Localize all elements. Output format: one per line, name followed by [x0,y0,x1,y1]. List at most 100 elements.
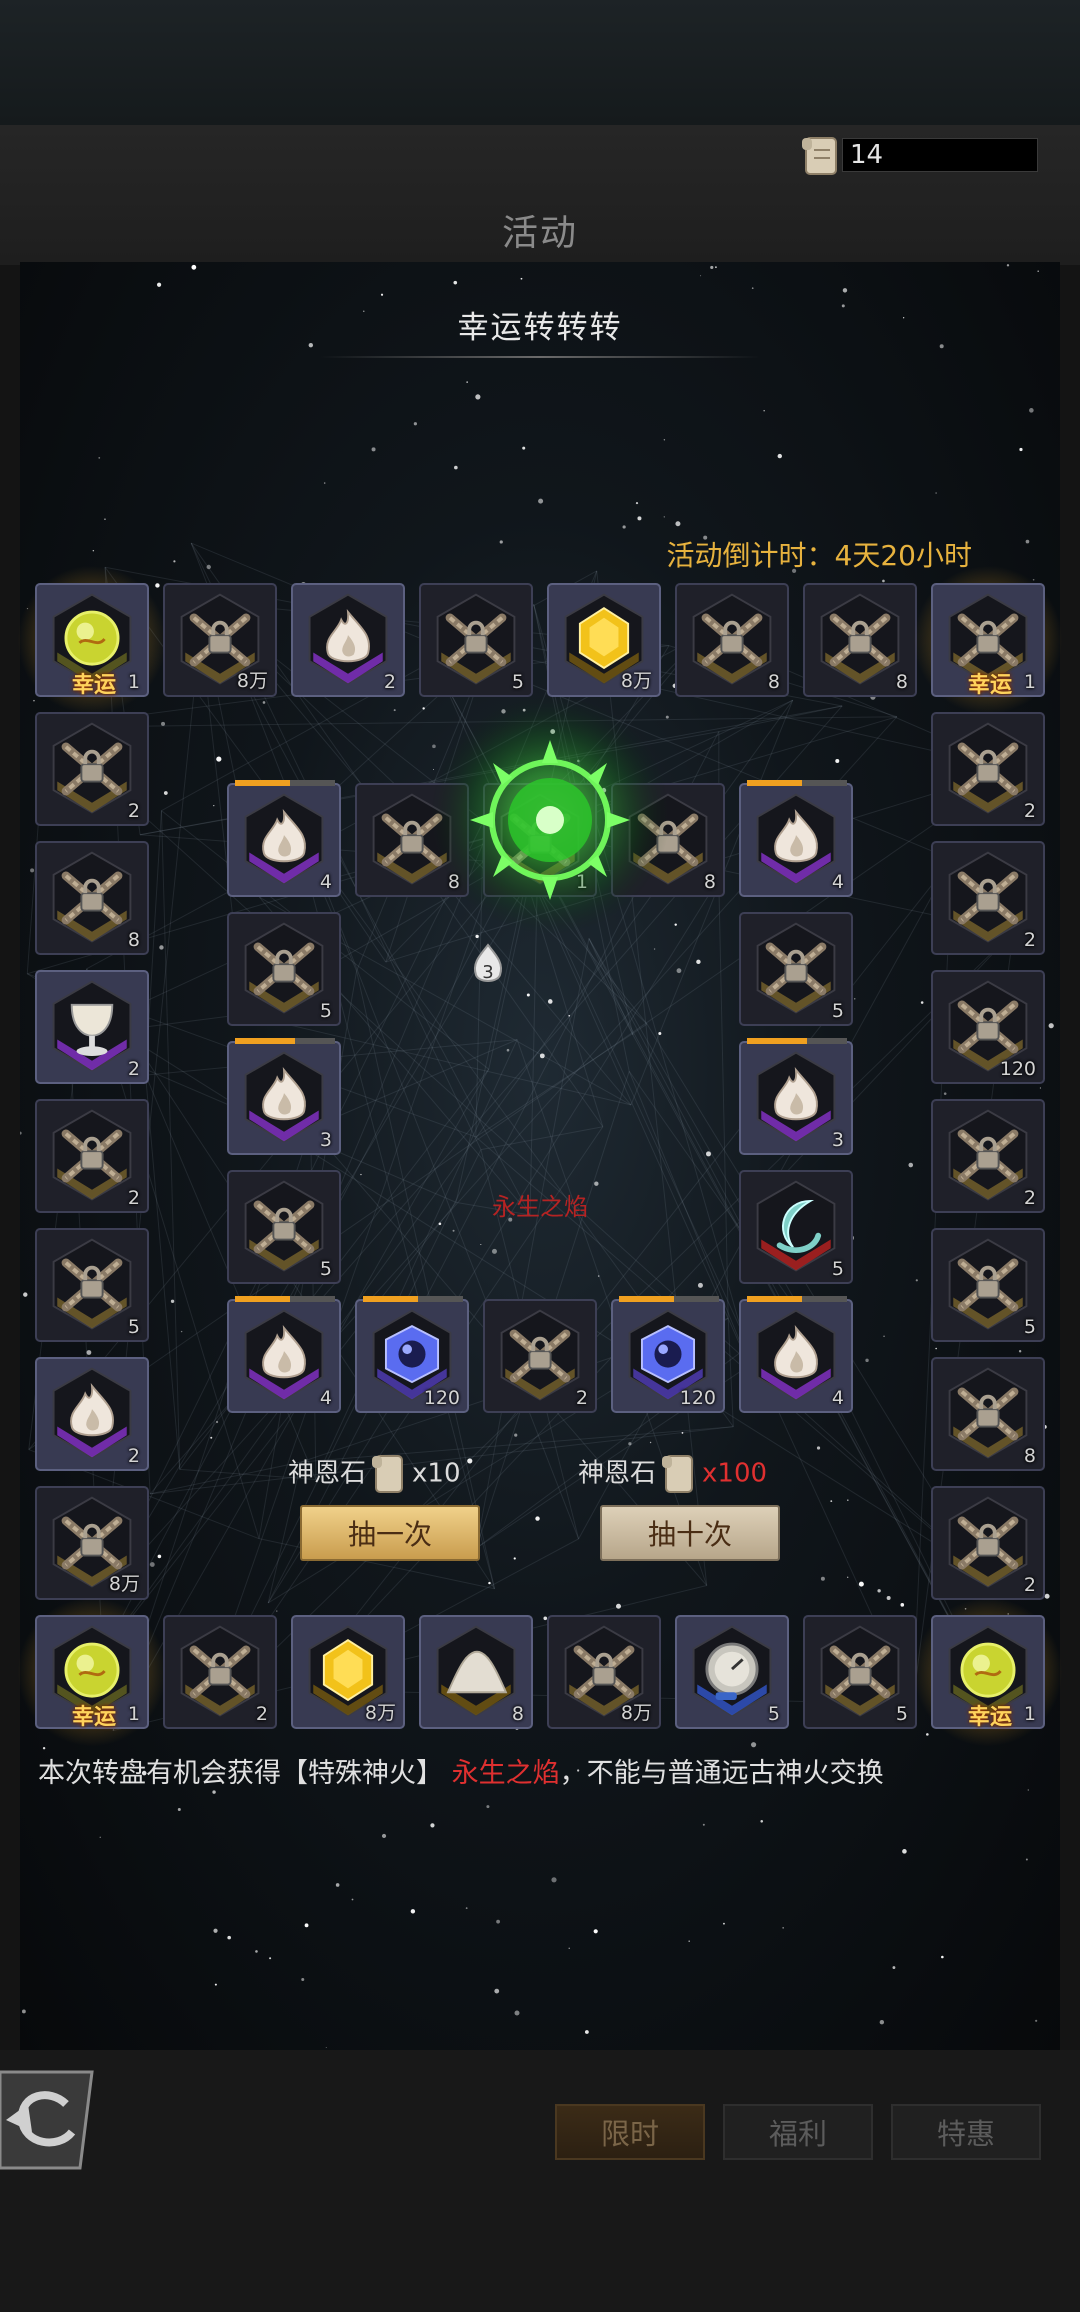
back-button[interactable] [0,2068,100,2172]
reward-tile-outer-top-3[interactable]: 5 [419,583,533,697]
reward-quantity: 5 [127,1316,140,1338]
reward-tile-outer-bottom-3[interactable]: 8 [419,1615,533,1729]
reward-tile-outer-left-6[interactable]: 8万 [35,1486,149,1600]
reward-tile-outer-left-4[interactable]: 5 [35,1228,149,1342]
reward-tile-outer-right-0[interactable]: 2 [931,712,1045,826]
reward-quantity: 2 [255,1703,268,1725]
reward-tile-outer-right-5[interactable]: 8 [931,1357,1045,1471]
reward-quantity: 2 [127,1445,140,1467]
scroll-icon [662,1455,694,1493]
tab-welfare[interactable]: 福利 [723,2104,873,2160]
remaining-draws-icon: 3 [474,943,502,983]
reward-tile-outer-top-4[interactable]: 8万 [547,583,661,697]
eternal-flame-label: 永生之焰 [492,1193,588,1221]
reward-quantity: 4 [831,1387,844,1409]
reward-tile-outer-bottom-7[interactable]: 1 幸运 [931,1615,1045,1730]
reward-tile-inner-top-4[interactable]: 4 [739,780,853,897]
title-divider [320,356,760,358]
reward-tile-inner-left-0[interactable]: 5 [227,912,341,1026]
progress-bar [747,1296,847,1302]
reward-tile-outer-bottom-6[interactable]: 5 [803,1615,917,1729]
reward-quantity: 8万 [108,1573,140,1595]
reward-tile-outer-bottom-0[interactable]: 1 幸运 [35,1615,149,1730]
remaining-draws-count: 3 [482,962,493,983]
reward-quantity: 2 [575,1387,588,1409]
reward-tile-outer-top-2[interactable]: 2 [291,583,405,697]
tab-special-offer[interactable]: 特惠 [891,2104,1041,2160]
reward-tile-inner-bottom-0[interactable]: 4 [227,1296,341,1413]
reward-tile-inner-bottom-3[interactable]: 120 [611,1296,725,1413]
reward-tile-inner-bottom-4[interactable]: 4 [739,1296,853,1413]
reward-tile-outer-right-6[interactable]: 2 [931,1486,1045,1600]
reward-quantity: 5 [319,1000,332,1022]
reward-tile-inner-bottom-1[interactable]: 120 [355,1296,469,1413]
reward-quantity: 2 [383,671,396,693]
reward-quantity: 3 [319,1129,332,1151]
reward-tile-outer-top-5[interactable]: 8 [675,583,789,697]
reward-quantity: 120 [679,1387,716,1409]
tab-limited[interactable]: 限时 [555,2104,705,2160]
reward-tile-outer-bottom-5[interactable]: 5 [675,1615,789,1729]
countdown-value: 4天20小时 [834,539,972,572]
reward-tile-outer-right-4[interactable]: 5 [931,1228,1045,1342]
reward-tile-outer-right-2[interactable]: 120 [931,970,1045,1084]
reward-tile-outer-bottom-2[interactable]: 8万 [291,1615,405,1729]
reward-quantity: 4 [319,1387,332,1409]
reward-tile-inner-left-1[interactable]: 3 [227,1038,341,1155]
progress-bar [619,1296,719,1302]
lucky-label: 幸运 [71,673,116,698]
reward-quantity: 2 [1023,800,1036,822]
reward-quantity: 8万 [620,1702,652,1724]
reward-tile-inner-right-1[interactable]: 3 [739,1038,853,1155]
description-highlight: 永生之焰 [451,1758,560,1789]
reward-tile-outer-left-0[interactable]: 2 [35,712,149,826]
description-text: 本次转盘有机会获得【特殊神火】 [38,1758,443,1789]
reward-quantity: 2 [127,800,140,822]
reward-tile-outer-left-2[interactable]: 2 [35,970,149,1084]
scroll-icon [372,1455,404,1493]
reward-quantity: 5 [831,1258,844,1280]
reward-tile-inner-right-0[interactable]: 5 [739,912,853,1026]
progress-bar [747,780,847,786]
page-title: 活动 [501,213,578,254]
reward-quantity: 8 [703,871,716,893]
eternal-flame-icon [430,695,670,935]
reward-tile-outer-left-5[interactable]: 2 [35,1357,149,1471]
reward-quantity: 5 [319,1258,332,1280]
event-description: 本次转盘有机会获得【特殊神火】 永生之焰，不能与普通远古神火交换 [38,1755,1038,1792]
reward-tile-outer-left-1[interactable]: 8 [35,841,149,955]
reward-tile-outer-bottom-4[interactable]: 8万 [547,1615,661,1729]
reward-quantity: 8 [127,929,140,951]
single-cost-currency: 神恩石 [288,1458,367,1489]
currency-count: 14 [850,140,884,170]
reward-tile-outer-top-1[interactable]: 8万 [163,583,277,697]
reward-quantity: 3 [831,1129,844,1151]
ten-draw-cost: 神恩石 x100 [578,1452,767,1496]
single-cost-multiplier: x10 [412,1458,461,1489]
draw-once-button[interactable]: 抽一次 [300,1505,480,1561]
reward-tile-outer-top-0[interactable]: 1 幸运 [35,583,149,698]
reward-tile-outer-right-1[interactable]: 2 [931,841,1045,955]
draw-ten-button[interactable]: 抽十次 [600,1505,780,1561]
progress-bar [235,1296,335,1302]
reward-tile-inner-bottom-2[interactable]: 2 [483,1299,597,1413]
panel-title: 幸运转转转 [457,310,623,346]
reward-quantity: 5 [1023,1316,1036,1338]
reward-quantity: 5 [895,1703,908,1725]
reward-tile-outer-top-6[interactable]: 8 [803,583,917,697]
reward-tile-outer-top-7[interactable]: 1 幸运 [931,583,1045,698]
reward-quantity: 8万 [236,670,268,692]
reward-tile-inner-top-0[interactable]: 4 [227,780,341,897]
reward-quantity: 5 [767,1703,780,1725]
progress-bar [747,1038,847,1044]
reward-quantity: 2 [1023,929,1036,951]
progress-bar [235,1038,335,1044]
lucky-label: 幸运 [71,1705,116,1730]
reward-quantity: 120 [423,1387,460,1409]
bottom-bar [0,2050,1080,2312]
reward-quantity: 2 [1023,1574,1036,1596]
ten-cost-currency: 神恩石 [578,1458,657,1489]
lucky-label: 幸运 [967,673,1012,698]
countdown: 活动倒计时：4天20小时 [667,534,972,574]
reward-tile-outer-bottom-1[interactable]: 2 [163,1615,277,1729]
